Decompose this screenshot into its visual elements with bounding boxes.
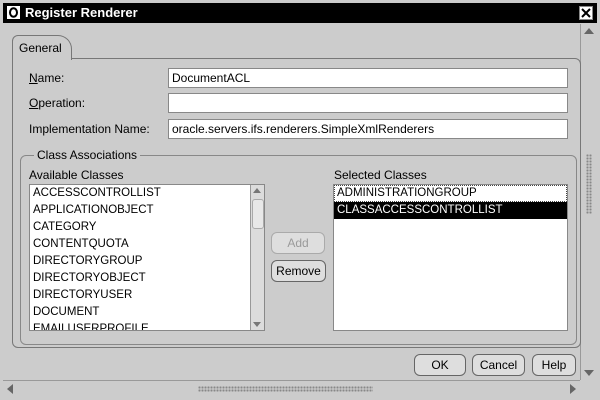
tab-general[interactable]: General: [12, 35, 72, 60]
list-item[interactable]: DIRECTORYGROUP: [30, 253, 264, 270]
list-item-selected[interactable]: CLASSACCESSCONTROLLIST: [334, 202, 567, 219]
oracle-icon: [7, 6, 20, 19]
name-field[interactable]: DocumentACL: [168, 68, 568, 88]
operation-label: Operation:: [29, 96, 86, 110]
scroll-thumb[interactable]: [252, 199, 264, 229]
available-classes-label: Available Classes: [29, 168, 124, 182]
scroll-grip[interactable]: [586, 154, 592, 214]
implementation-name-field[interactable]: oracle.servers.ifs.renderers.SimpleXmlRe…: [168, 119, 568, 139]
list-item[interactable]: DIRECTORYOBJECT: [30, 270, 264, 287]
scroll-up-icon[interactable]: [253, 188, 261, 193]
window-horizontal-scrollbar[interactable]: [3, 380, 580, 397]
cancel-button[interactable]: Cancel: [472, 354, 525, 376]
scroll-down-icon[interactable]: [584, 370, 594, 376]
tab-label: General: [19, 41, 62, 55]
name-label: Name:: [29, 71, 65, 85]
available-list-scrollbar[interactable]: [250, 185, 264, 330]
list-item[interactable]: APPLICATIONOBJECT: [30, 202, 264, 219]
add-button[interactable]: Add: [271, 232, 325, 254]
list-item[interactable]: DIRECTORYUSER: [30, 287, 264, 304]
remove-button[interactable]: Remove: [271, 260, 326, 282]
list-item[interactable]: ADMINISTRATIONGROUP: [334, 185, 567, 202]
list-item[interactable]: EMAILUSERPROFILE: [30, 321, 264, 330]
scroll-up-icon[interactable]: [584, 28, 594, 34]
list-item[interactable]: ACCESSCONTROLLIST: [30, 185, 264, 202]
list-item[interactable]: CONTENTQUOTA: [30, 236, 264, 253]
implementation-name-label: Implementation Name:: [29, 122, 150, 136]
scroll-right-icon[interactable]: [570, 384, 576, 394]
available-classes-list[interactable]: ACCESSCONTROLLIST APPLICATIONOBJECT CATE…: [29, 184, 265, 331]
class-associations-title: Class Associations: [34, 148, 141, 162]
close-icon[interactable]: [579, 6, 593, 20]
selected-classes-list[interactable]: ADMINISTRATIONGROUP CLASSACCESSCONTROLLI…: [333, 184, 568, 331]
window-title: Register Renderer: [25, 5, 138, 20]
ok-button[interactable]: OK: [414, 354, 466, 376]
title-bar[interactable]: Register Renderer: [3, 3, 597, 23]
scroll-grip[interactable]: [198, 386, 373, 392]
help-button[interactable]: Help: [532, 354, 576, 376]
register-renderer-dialog: Register Renderer General Name: Document…: [0, 0, 600, 400]
operation-field[interactable]: [168, 93, 568, 113]
list-item[interactable]: DOCUMENT: [30, 304, 264, 321]
selected-classes-label: Selected Classes: [334, 168, 427, 182]
scroll-left-icon[interactable]: [7, 384, 13, 394]
scroll-down-icon[interactable]: [253, 322, 261, 327]
window-vertical-scrollbar[interactable]: [580, 24, 597, 380]
list-item[interactable]: CATEGORY: [30, 219, 264, 236]
